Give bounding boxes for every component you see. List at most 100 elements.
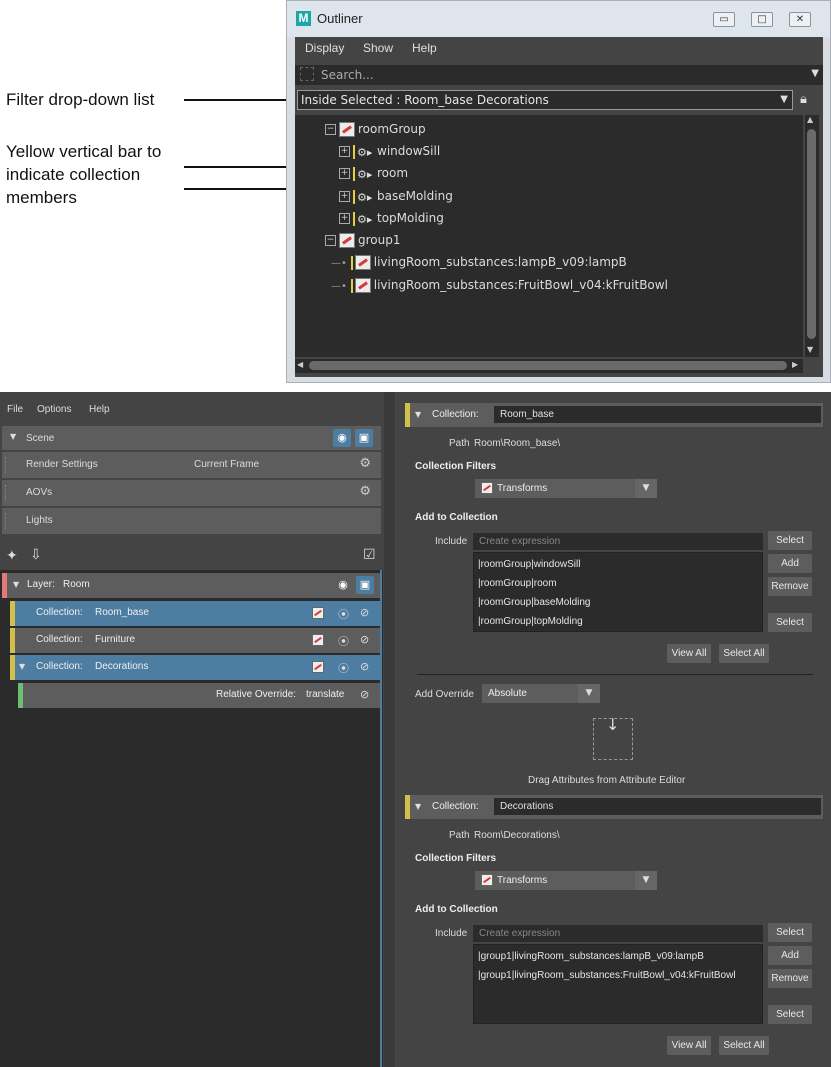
add-button[interactable]: Add <box>768 554 812 573</box>
isolate-icon[interactable]: ⦿ <box>338 660 349 676</box>
render-settings-row[interactable]: Render Settings Current Frame ⚙ <box>2 452 381 478</box>
create-layer-icon[interactable]: ✦ <box>6 548 18 564</box>
select-members-button[interactable]: Select <box>768 1005 812 1024</box>
render-layer-icon[interactable]: ▣ <box>356 576 374 594</box>
collection-name-field[interactable]: Decorations <box>494 798 821 815</box>
tree-item-topmolding[interactable]: + ⚙▸ topMolding <box>339 211 444 231</box>
collection-row-room-base[interactable]: Collection: Room_base ⦿ ⊘ <box>10 601 380 626</box>
menu-options[interactable]: Options <box>37 404 71 415</box>
panel-splitter[interactable] <box>384 392 395 1067</box>
drop-target-icon[interactable]: ↓ <box>593 715 633 760</box>
layer-row[interactable]: ▼ Layer: Room ◉ ▣ <box>2 573 380 598</box>
expand-icon[interactable]: + <box>339 168 350 179</box>
expression-input[interactable]: Create expression <box>473 925 763 942</box>
horizontal-scroll-thumb[interactable] <box>309 361 787 370</box>
collection-header-decorations[interactable]: ▼ Collection: Decorations <box>405 795 823 819</box>
lights-row[interactable]: Lights <box>2 508 381 534</box>
tree-item-lampb[interactable]: —• livingRoom_substances:lampB_v09:lampB <box>331 255 627 275</box>
menu-display[interactable]: Display <box>305 41 344 55</box>
scroll-right-icon[interactable]: ▶ <box>792 360 798 369</box>
collection-filter-dropdown[interactable]: Transforms ▼ <box>475 479 657 498</box>
menu-help[interactable]: Help <box>412 41 437 55</box>
view-all-button[interactable]: View All <box>667 1036 711 1055</box>
chevron-down-icon[interactable]: ▼ <box>10 432 16 441</box>
collapse-icon[interactable]: − <box>325 124 336 135</box>
select-expression-button[interactable]: Select <box>768 531 812 550</box>
select-all-button[interactable]: Select All <box>719 644 769 663</box>
members-list[interactable]: |group1|livingRoom_substances:lampB_v09:… <box>473 944 763 1024</box>
disable-icon[interactable]: ⊘ <box>360 688 369 701</box>
chevron-down-icon[interactable]: ▼ <box>13 580 19 589</box>
member-item[interactable]: |roomGroup|topMolding <box>478 616 583 627</box>
drag-handle-icon[interactable] <box>5 457 9 473</box>
disable-icon[interactable]: ⊘ <box>360 660 369 673</box>
aovs-row[interactable]: AOVs ⚙ <box>2 480 381 506</box>
tree-item-group1[interactable]: − group1 <box>325 233 401 253</box>
member-item[interactable]: |group1|livingRoom_substances:FruitBowl_… <box>478 970 736 981</box>
gear-icon[interactable]: ⚙ <box>359 456 371 471</box>
expand-icon[interactable]: + <box>339 213 350 224</box>
override-row[interactable]: Relative Override: translate ⊘ <box>18 683 380 708</box>
remove-button[interactable]: Remove <box>768 969 812 988</box>
lock-icon[interactable]: 🔒︎ <box>800 92 807 107</box>
scroll-left-icon[interactable]: ◀ <box>297 360 303 369</box>
collection-name-field[interactable]: Room_base <box>494 406 821 423</box>
search-dropdown-icon[interactable]: ▼ <box>811 68 819 79</box>
select-expression-button[interactable]: Select <box>768 923 812 942</box>
menu-show[interactable]: Show <box>363 41 393 55</box>
remove-button[interactable]: Remove <box>768 577 812 596</box>
scroll-up-icon[interactable]: ▲ <box>807 115 813 124</box>
checklist-icon[interactable]: ☑ <box>363 547 376 563</box>
tree-item-fruitbowl[interactable]: —• livingRoom_substances:FruitBowl_v04:k… <box>331 278 668 298</box>
add-override-dropdown[interactable]: Absolute ▼ <box>482 684 600 703</box>
render-layer-icon[interactable]: ▣ <box>355 429 373 447</box>
drag-handle-icon[interactable] <box>5 485 9 501</box>
outliner-titlebar[interactable]: M Outliner ▭ □ ✕ <box>287 1 830 37</box>
scene-header[interactable]: ▼ Scene ◉ ▣ <box>2 426 381 450</box>
members-list[interactable]: |roomGroup|windowSill |roomGroup|room |r… <box>473 552 763 632</box>
menu-help[interactable]: Help <box>89 404 110 415</box>
collection-row-decorations[interactable]: ▼ Collection: Decorations ⦿ ⊘ <box>10 655 380 680</box>
member-item[interactable]: |roomGroup|baseMolding <box>478 597 590 608</box>
horizontal-scrollbar[interactable]: ◀ ▶ <box>295 359 803 373</box>
tree-item-basemolding[interactable]: + ⚙▸ baseMolding <box>339 189 453 209</box>
close-icon[interactable]: ✕ <box>789 12 811 27</box>
disable-icon[interactable]: ⊘ <box>360 606 369 619</box>
disable-icon[interactable]: ⊘ <box>360 633 369 646</box>
tree-item-windowsill[interactable]: + ⚙▸ windowSill <box>339 144 440 164</box>
visibility-eye-icon[interactable]: ◉ <box>334 576 352 594</box>
vertical-scroll-thumb[interactable] <box>807 129 816 339</box>
collection-header-room-base[interactable]: ▼ Collection: Room_base <box>405 403 823 427</box>
chevron-down-icon[interactable]: ▼ <box>19 662 25 671</box>
gear-icon[interactable]: ⚙ <box>359 484 371 499</box>
import-icon[interactable]: ⇩ <box>30 547 42 563</box>
isolate-icon[interactable]: ⦿ <box>338 606 349 622</box>
collapse-icon[interactable]: − <box>325 235 336 246</box>
add-button[interactable]: Add <box>768 946 812 965</box>
expand-icon[interactable]: + <box>339 191 350 202</box>
member-item[interactable]: |roomGroup|windowSill <box>478 559 580 570</box>
vertical-scrollbar[interactable]: ▲ ▼ <box>805 115 819 357</box>
collection-filter-dropdown[interactable]: Transforms ▼ <box>475 871 657 890</box>
tree-item-roomgroup[interactable]: − roomGroup <box>325 122 426 142</box>
minimize-icon[interactable]: ▭ <box>713 12 735 27</box>
chevron-down-icon[interactable]: ▼ <box>415 802 421 811</box>
member-item[interactable]: |group1|livingRoom_substances:lampB_v09:… <box>478 951 704 962</box>
scroll-down-icon[interactable]: ▼ <box>807 345 813 354</box>
member-item[interactable]: |roomGroup|room <box>478 578 557 589</box>
search-input[interactable]: Search... ▼ <box>295 65 823 85</box>
expression-input[interactable]: Create expression <box>473 533 763 550</box>
tree-item-room[interactable]: + ⚙▸ room <box>339 166 408 186</box>
collection-row-furniture[interactable]: Collection: Furniture ⦿ ⊘ <box>10 628 380 653</box>
chevron-down-icon[interactable]: ▼ <box>415 410 421 419</box>
view-all-button[interactable]: View All <box>667 644 711 663</box>
expand-icon[interactable]: + <box>339 146 350 157</box>
select-members-button[interactable]: Select <box>768 613 812 632</box>
maximize-icon[interactable]: □ <box>751 12 773 27</box>
drag-handle-icon[interactable] <box>5 513 9 529</box>
filter-dropdown[interactable]: Inside Selected : Room_base Decorations … <box>297 90 793 110</box>
menu-file[interactable]: File <box>7 404 23 415</box>
isolate-icon[interactable]: ⦿ <box>338 633 349 649</box>
visibility-eye-icon[interactable]: ◉ <box>333 429 351 447</box>
select-all-button[interactable]: Select All <box>719 1036 769 1055</box>
